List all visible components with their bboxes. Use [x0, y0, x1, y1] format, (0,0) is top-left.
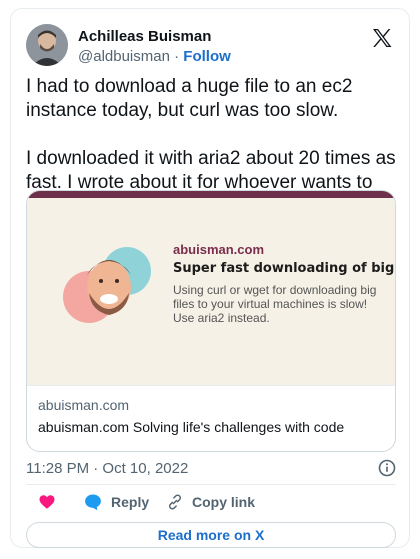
preview-headline: Super fast downloading of big files	[173, 261, 395, 276]
tweet-header: Achilleas Buisman @aldbuisman · Follow	[26, 22, 394, 68]
link-domain: abuisman.com	[38, 397, 130, 413]
x-logo-icon[interactable]	[370, 26, 394, 50]
heart-icon	[39, 495, 55, 509]
author-subline: @aldbuisman · Follow	[78, 46, 231, 67]
author-info: Achilleas Buisman @aldbuisman · Follow	[78, 27, 231, 67]
preview-top-band	[27, 191, 395, 198]
reply-bubble-icon	[85, 494, 101, 511]
tweet-card: Achilleas Buisman @aldbuisman · Follow I…	[10, 8, 410, 548]
author-name[interactable]: Achilleas Buisman	[78, 27, 231, 46]
copy-link-label: Copy link	[192, 494, 256, 510]
author-illustration	[63, 247, 151, 323]
author-handle[interactable]: @aldbuisman	[78, 48, 170, 65]
timestamp-row: 11:28 PM · Oct 10, 2022	[26, 458, 396, 480]
follow-button[interactable]: Follow	[183, 48, 231, 65]
link-preview-image: abuisman.com Super fast downloading of b…	[27, 191, 395, 385]
action-bar: Reply Copy link	[26, 489, 396, 515]
reply-label: Reply	[111, 494, 150, 510]
link-card-footer: abuisman.com abuisman.com Solving life's…	[27, 385, 395, 451]
preview-description: Using curl or wget for downloading big f…	[173, 283, 377, 325]
like-button[interactable]	[38, 489, 56, 515]
link-title: abuisman.com Solving life's challenges w…	[38, 419, 345, 435]
read-more-button[interactable]: Read more on X	[26, 522, 396, 548]
tweet-timestamp[interactable]: 11:28 PM · Oct 10, 2022	[26, 460, 188, 477]
divider	[26, 484, 396, 485]
link-preview-card[interactable]: abuisman.com Super fast downloading of b…	[26, 190, 396, 452]
preview-site-name: abuisman.com	[173, 242, 265, 257]
copy-link-button[interactable]: Copy link	[166, 489, 255, 515]
link-icon	[168, 494, 182, 510]
avatar[interactable]	[26, 24, 68, 66]
info-icon[interactable]	[378, 459, 396, 477]
reply-button[interactable]: Reply	[83, 489, 149, 515]
avatar-photo	[26, 24, 68, 66]
handle-separator: ·	[169, 48, 184, 65]
